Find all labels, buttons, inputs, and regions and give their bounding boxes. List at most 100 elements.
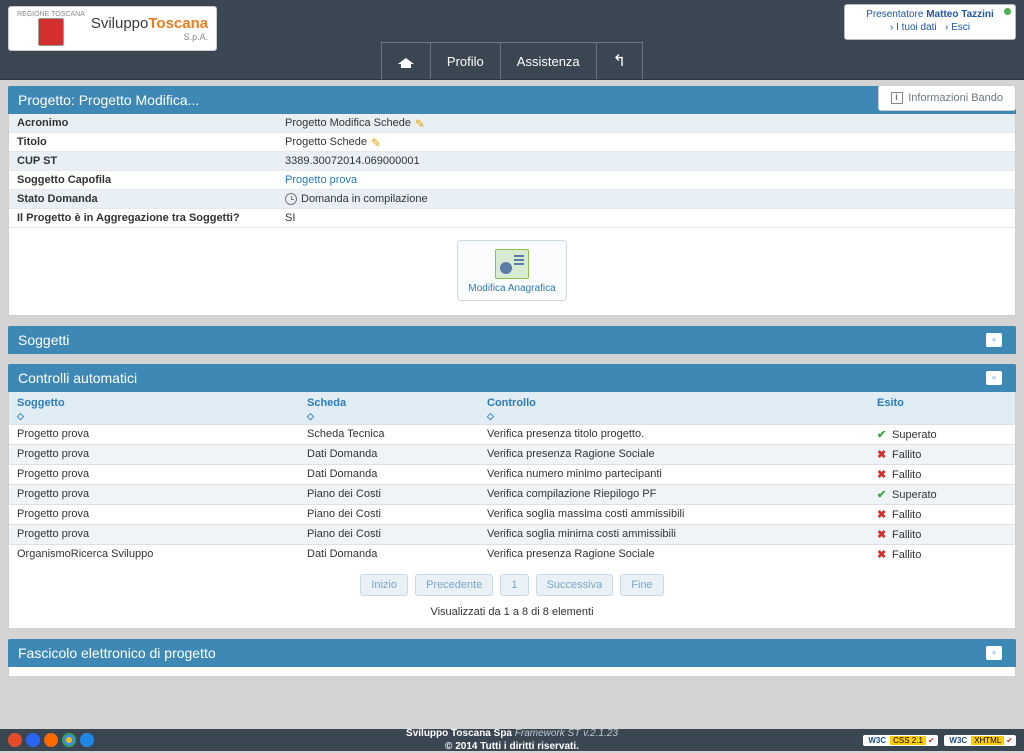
- page-inizio[interactable]: Inizio: [360, 574, 408, 596]
- cell-controllo: Verifica presenza Ragione Sociale: [479, 548, 869, 561]
- footer-copyright: © 2014 Tutti i diritti riservati.: [445, 741, 579, 752]
- cell-scheda: Piano dei Costi: [299, 508, 479, 521]
- detail-label: Soggetto Capofila: [9, 171, 277, 189]
- table-row: OrganismoRicerca SviluppoDati DomandaVer…: [9, 544, 1015, 564]
- detail-value: Progetto Modifica Schede: [277, 114, 1015, 132]
- detail-label: Titolo: [9, 133, 277, 151]
- detail-label: Stato Domanda: [9, 190, 277, 208]
- clock-icon: [285, 193, 297, 205]
- check-icon: [877, 428, 889, 441]
- link-tuoi-dati[interactable]: › I tuoi dati: [890, 22, 937, 33]
- th-esito[interactable]: Esito: [869, 397, 1015, 422]
- detail-label: Acronimo: [9, 114, 277, 132]
- detail-label: Il Progetto è in Aggregazione tra Sogget…: [9, 209, 277, 227]
- edit-icon[interactable]: [371, 136, 383, 148]
- cell-soggetto: OrganismoRicerca Sviluppo: [9, 548, 299, 561]
- detail-link[interactable]: Progetto prova: [285, 174, 357, 186]
- cell-scheda: Piano dei Costi: [299, 528, 479, 541]
- cell-controllo: Verifica presenza Ragione Sociale: [479, 448, 869, 461]
- browser-icon: [26, 733, 40, 747]
- anagrafica-label: Modifica Anagrafica: [468, 283, 555, 294]
- home-icon: [398, 54, 414, 68]
- cell-scheda: Scheda Tecnica: [299, 428, 479, 441]
- w3c-badges: W3CCSS 2.1✔ W3CXHTML✔: [859, 735, 1016, 746]
- project-section-header: Progetto: Progetto Modifica... Informazi…: [8, 86, 1016, 114]
- footer-framework: Framework ST v.2.1.23: [515, 728, 618, 739]
- nav-home[interactable]: [381, 42, 431, 79]
- cell-scheda: Dati Domanda: [299, 548, 479, 561]
- detail-value: Progetto Schede: [277, 133, 1015, 151]
- modifica-anagrafica-button[interactable]: Modifica Anagrafica: [457, 240, 566, 301]
- back-arrow-icon: ↰: [613, 51, 626, 71]
- detail-row: TitoloProgetto Schede: [9, 133, 1015, 152]
- cell-esito: Fallito: [869, 548, 1015, 561]
- footer: Sviluppo Toscana Spa Framework ST v.2.1.…: [0, 729, 1024, 751]
- link-esci[interactable]: › Esci: [945, 22, 970, 33]
- th-soggetto[interactable]: Soggetto◇: [9, 397, 299, 422]
- anagrafica-icon: [495, 249, 529, 279]
- table-row: Progetto provaDati DomandaVerifica numer…: [9, 464, 1015, 484]
- page-fine[interactable]: Fine: [620, 574, 663, 596]
- cell-esito: Fallito: [869, 468, 1015, 481]
- emblem-icon: [38, 18, 64, 46]
- nav-profilo[interactable]: Profilo: [431, 42, 501, 79]
- cell-soggetto: Progetto prova: [9, 528, 299, 541]
- logo-brand-a: Sviluppo: [91, 15, 149, 32]
- detail-row: CUP ST3389.30072014.069000001: [9, 152, 1015, 171]
- browser-icon: [8, 733, 22, 747]
- cell-scheda: Piano dei Costi: [299, 488, 479, 501]
- user-role: Presentatore: [866, 9, 923, 20]
- cell-soggetto: Progetto prova: [9, 488, 299, 501]
- fascicolo-section-header: Fascicolo elettronico di progetto: [8, 639, 1016, 667]
- th-controllo[interactable]: Controllo◇: [479, 397, 869, 422]
- cross-icon: [877, 548, 889, 561]
- logo[interactable]: REGIONE TOSCANA SviluppoToscana S.p.A.: [8, 6, 217, 51]
- pagination-info: Visualizzati da 1 a 8 di 8 elementi: [9, 602, 1015, 628]
- cell-soggetto: Progetto prova: [9, 468, 299, 481]
- cell-esito: Fallito: [869, 508, 1015, 521]
- main-nav: Profilo Assistenza ↰: [381, 42, 643, 79]
- table-row: Progetto provaScheda TecnicaVerifica pre…: [9, 424, 1015, 444]
- controlli-title: Controlli automatici: [18, 370, 137, 386]
- browser-icon: [62, 733, 76, 747]
- page-precedente[interactable]: Precedente: [415, 574, 493, 596]
- page-current[interactable]: 1: [500, 574, 528, 596]
- page-successiva[interactable]: Successiva: [536, 574, 614, 596]
- w3c-css-badge[interactable]: W3CCSS 2.1✔: [863, 735, 937, 746]
- project-title: Progetto: Progetto Modifica...: [18, 92, 199, 108]
- soggetti-section-header: Soggetti: [8, 326, 1016, 354]
- cell-esito: Fallito: [869, 448, 1015, 461]
- info-bando-label: Informazioni Bando: [908, 92, 1003, 104]
- nav-back[interactable]: ↰: [597, 42, 643, 79]
- detail-value: SI: [277, 209, 1015, 227]
- th-scheda[interactable]: Scheda◇: [299, 397, 479, 422]
- controlli-table: Soggetto◇ Scheda◇ Controllo◇ Esito Proge…: [8, 392, 1016, 629]
- cell-controllo: Verifica soglia massima costi ammissibil…: [479, 508, 869, 521]
- check-icon: [877, 488, 889, 501]
- edit-icon[interactable]: [415, 117, 427, 129]
- info-bando-button[interactable]: Informazioni Bando: [878, 85, 1016, 111]
- cell-controllo: Verifica numero minimo partecipanti: [479, 468, 869, 481]
- w3c-xhtml-badge[interactable]: W3CXHTML✔: [944, 735, 1016, 746]
- browser-icons: [8, 733, 94, 747]
- info-icon: [891, 92, 903, 104]
- cross-icon: [877, 468, 889, 481]
- detail-value[interactable]: Progetto prova: [277, 171, 1015, 189]
- project-details: AcronimoProgetto Modifica SchedeTitoloPr…: [8, 114, 1016, 316]
- cell-controllo: Verifica soglia minima costi ammissibili: [479, 528, 869, 541]
- footer-company: Sviluppo Toscana Spa: [406, 728, 515, 739]
- cell-scheda: Dati Domanda: [299, 468, 479, 481]
- collapse-icon[interactable]: [986, 646, 1002, 660]
- nav-assistenza[interactable]: Assistenza: [501, 42, 597, 79]
- controlli-section-header: Controlli automatici: [8, 364, 1016, 392]
- logo-spa: S.p.A.: [91, 32, 208, 42]
- collapse-icon[interactable]: [986, 371, 1002, 385]
- collapse-icon[interactable]: [986, 333, 1002, 347]
- anagrafica-container: Modifica Anagrafica: [9, 228, 1015, 315]
- detail-value: Domanda in compilazione: [277, 190, 1015, 208]
- controlli-thead: Soggetto◇ Scheda◇ Controllo◇ Esito: [9, 392, 1015, 424]
- cell-soggetto: Progetto prova: [9, 428, 299, 441]
- fascicolo-title: Fascicolo elettronico di progetto: [18, 645, 216, 661]
- status-dot-icon: [1004, 8, 1011, 15]
- cell-soggetto: Progetto prova: [9, 448, 299, 461]
